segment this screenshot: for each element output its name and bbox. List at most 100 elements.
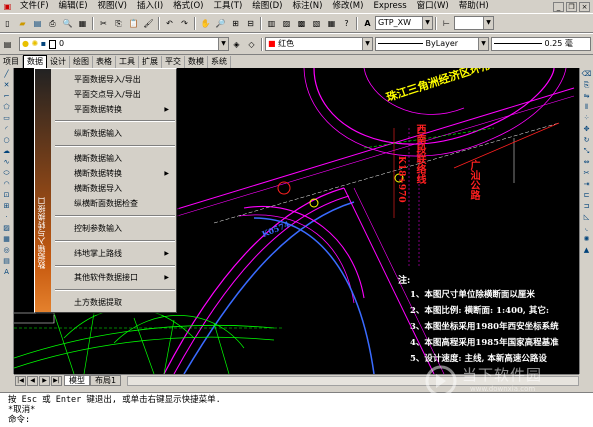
zoom-realtime-icon[interactable]: 🔎 [214, 17, 227, 30]
spline-icon[interactable]: ∿ [1, 157, 13, 167]
scale-icon[interactable]: ⤡ [581, 146, 593, 156]
undo-icon[interactable]: ↶ [163, 17, 176, 30]
tab-project[interactable]: 项目 [0, 55, 23, 68]
design-center-icon[interactable]: ▨ [280, 17, 293, 30]
mirror-icon[interactable]: ⇋ [581, 91, 593, 101]
publish-icon[interactable]: ▦ [76, 17, 89, 30]
zoom-previous-icon[interactable]: ⊟ [244, 17, 257, 30]
explode-icon[interactable]: ✺ [581, 234, 593, 244]
zoom-window-icon[interactable]: ⊞ [229, 17, 242, 30]
menu-item-cross-import[interactable]: 横断数据导入 [57, 182, 173, 195]
menu-item-control-params[interactable]: 控制参数输入 [57, 222, 173, 235]
circle-icon[interactable]: ○ [1, 135, 13, 145]
first-tab-icon[interactable]: |◀ [15, 375, 26, 386]
menu-item-handheld-route[interactable]: 纬地掌上路线 ▶ [57, 247, 173, 260]
layer-previous-icon[interactable]: ◇ [245, 38, 258, 51]
menu-item-cross-convert[interactable]: 横断数据转换 ▶ [57, 167, 173, 180]
make-block-icon[interactable]: ⊞ [1, 201, 13, 211]
trim-icon[interactable]: ✂ [581, 168, 593, 178]
menu-draw[interactable]: 绘图(D) [247, 0, 287, 13]
tool-palette-icon[interactable]: ▩ [295, 17, 308, 30]
open-file-icon[interactable]: ▰ [16, 17, 29, 30]
menu-item-cross-input[interactable]: 横断数据输入 [57, 152, 173, 165]
construction-line-icon[interactable]: ✕ [1, 80, 13, 90]
menu-item-earthwork-extract[interactable]: 土方数据提取 [57, 296, 173, 309]
offset-icon[interactable]: ⫴ [581, 102, 593, 112]
break-icon[interactable]: ⊏ [581, 190, 593, 200]
insert-block-icon[interactable]: ⊡ [1, 190, 13, 200]
linetype-select[interactable]: ByLayer ▼ [375, 37, 489, 51]
layer-select[interactable]: ● ✺ ▪ ■ 0 ▼ [19, 37, 229, 51]
tab-model[interactable]: 模型 [64, 375, 90, 386]
close-icon[interactable]: × [579, 1, 590, 12]
revcloud-icon[interactable]: ☁ [1, 146, 13, 156]
menu-insert[interactable]: 插入(I) [132, 0, 168, 13]
tab-tables[interactable]: 表格 [93, 55, 116, 68]
hatch-icon[interactable]: ▨ [1, 223, 13, 233]
tab-layout1[interactable]: 布局1 [90, 375, 122, 386]
menu-item-plane-data-io[interactable]: 平面数据导入/导出 [57, 73, 173, 86]
restore-icon[interactable]: ❐ [566, 1, 577, 12]
match-properties-icon[interactable]: 🖌 [142, 17, 155, 30]
move-icon[interactable]: ✥ [581, 124, 593, 134]
print-preview-icon[interactable]: 🔍 [61, 17, 74, 30]
menu-item-plane-ip-io[interactable]: 平面交点导入/导出 [57, 88, 173, 101]
polygon-icon[interactable]: ⬠ [1, 102, 13, 112]
menu-tools[interactable]: 工具(T) [208, 0, 247, 13]
minimize-icon[interactable]: _ [553, 1, 564, 12]
make-current-layer-icon[interactable]: ◈ [230, 38, 243, 51]
paste-icon[interactable]: 📋 [127, 17, 140, 30]
arc-icon[interactable]: ◜ [1, 124, 13, 134]
prev-tab-icon[interactable]: ◀ [27, 375, 38, 386]
menu-modify[interactable]: 修改(M) [327, 0, 368, 13]
help-icon[interactable]: ? [340, 17, 353, 30]
array-icon[interactable]: ⁘ [581, 113, 593, 123]
calculator-icon[interactable]: ▦ [325, 17, 338, 30]
tab-tools[interactable]: 工具 [116, 55, 139, 68]
region-icon[interactable]: ◎ [1, 245, 13, 255]
line-icon[interactable]: ╱ [1, 69, 13, 79]
erase-icon[interactable]: ⌫ [581, 69, 593, 79]
stretch-icon[interactable]: ⇔ [581, 157, 593, 167]
table-icon[interactable]: ▤ [1, 256, 13, 266]
chamfer-icon[interactable]: ◺ [581, 212, 593, 222]
cut-icon[interactable]: ✂ [97, 17, 110, 30]
rotate-icon[interactable]: ↻ [581, 135, 593, 145]
menu-item-section-check[interactable]: 纵横断面数据检查 [57, 197, 173, 210]
save-icon[interactable]: ▤ [31, 17, 44, 30]
menu-file[interactable]: 文件(F) [15, 0, 54, 13]
tab-system[interactable]: 系统 [208, 55, 231, 68]
pan-icon[interactable]: ✋ [199, 17, 212, 30]
gradient-icon[interactable]: ▦ [1, 234, 13, 244]
app-icon[interactable]: ▣ [1, 0, 14, 13]
menu-format[interactable]: 格式(O) [168, 0, 208, 13]
menu-item-plane-data-convert[interactable]: 平面数据转换 ▶ [57, 103, 173, 116]
tab-dtm[interactable]: 数模 [185, 55, 208, 68]
dim-style-icon[interactable]: ⊢ [440, 17, 453, 30]
layer-manager-icon[interactable]: ▤ [1, 38, 14, 51]
ellipse-icon[interactable]: ⬭ [1, 168, 13, 178]
menu-window[interactable]: 窗口(W) [412, 0, 454, 13]
extend-icon[interactable]: ⇥ [581, 179, 593, 189]
tab-data[interactable]: 数据 [23, 54, 47, 69]
next-tab-icon[interactable]: ▶ [39, 375, 50, 386]
fillet-icon[interactable]: ◟ [581, 223, 593, 233]
join-icon[interactable]: ⊐ [581, 201, 593, 211]
menu-view[interactable]: 视图(V) [93, 0, 132, 13]
copy-icon[interactable]: ⎘ [112, 17, 125, 30]
properties-icon[interactable]: ▥ [265, 17, 278, 30]
menu-express[interactable]: Express [368, 0, 411, 13]
polyline-icon[interactable]: ⌐ [1, 91, 13, 101]
menu-item-other-software[interactable]: 其他软件数据接口 ▶ [57, 271, 173, 284]
text-style-select[interactable]: GTP_XW ▼ [375, 16, 433, 30]
menu-dimension[interactable]: 标注(N) [287, 0, 327, 13]
tab-design[interactable]: 设计 [47, 55, 70, 68]
tab-drawing[interactable]: 绘图 [70, 55, 93, 68]
lineweight-select[interactable]: 0.25 毫 [491, 37, 591, 51]
redo-icon[interactable]: ↷ [178, 17, 191, 30]
print-icon[interactable]: ⎙ [46, 17, 59, 30]
menu-item-profile-input[interactable]: 纵断数据输入 [57, 127, 173, 140]
rectangle-icon[interactable]: ▭ [1, 113, 13, 123]
mtext-icon[interactable]: A [1, 267, 13, 277]
new-file-icon[interactable]: ▯ [1, 17, 14, 30]
